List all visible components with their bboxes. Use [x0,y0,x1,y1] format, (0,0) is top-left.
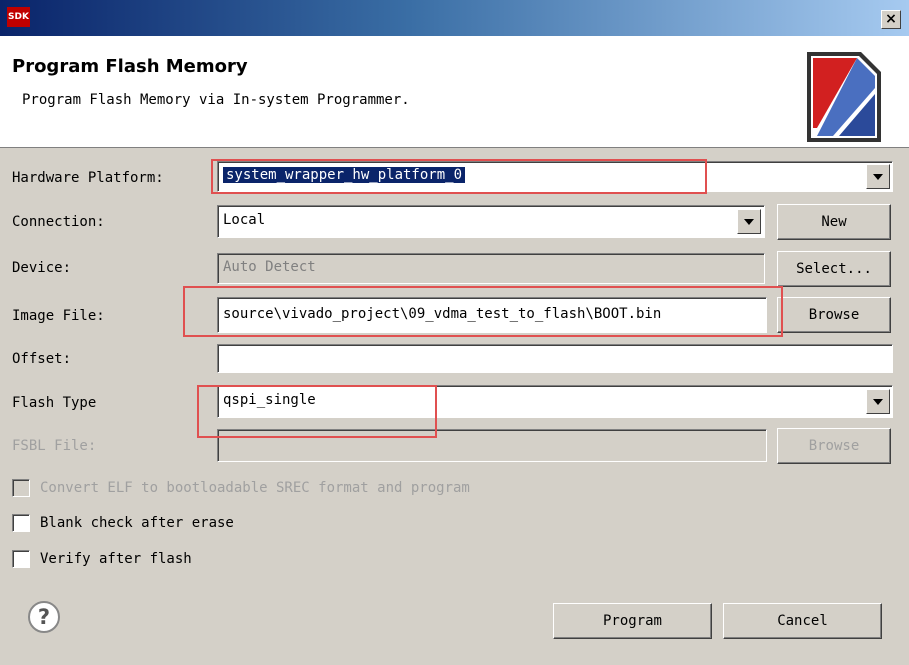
image-file-value: source\vivado_project\09_vdma_test_to_fl… [223,306,662,322]
device-field: Auto Detect [217,253,765,284]
flash-memory-banner-icon [807,52,881,142]
dialog-description: Program Flash Memory via In-system Progr… [22,92,410,108]
image-file-label: Image File: [12,308,105,324]
program-button[interactable]: Program [553,603,712,639]
offset-label: Offset: [12,351,72,367]
connection-dropdown-arrow[interactable] [737,209,761,234]
blank-check-checkbox[interactable] [12,514,30,532]
browse-fsbl-button: Browse [777,428,891,464]
connection-label: Connection: [12,214,105,230]
fsbl-file-input [217,429,767,462]
flash-type-select[interactable]: qspi_single [217,385,893,418]
connection-select[interactable]: Local [217,205,765,238]
hardware-platform-value: system_wrapper_hw_platform_0 [223,167,466,183]
sdk-app-icon: SDK [7,7,30,27]
new-connection-button[interactable]: New [777,204,891,240]
flash-type-dropdown-arrow[interactable] [866,389,890,414]
hardware-platform-dropdown-arrow[interactable] [866,164,890,189]
flash-type-label: Flash Type [12,395,97,411]
hardware-platform-label: Hardware Platform: [12,170,164,186]
close-button[interactable]: × [881,10,901,29]
blank-check-option[interactable]: Blank check after erase [12,514,234,532]
convert-elf-label: Convert ELF to bootloadable SREC format … [40,480,470,496]
offset-input[interactable] [217,344,893,373]
blank-check-label: Blank check after erase [40,515,234,531]
convert-elf-checkbox [12,479,30,497]
image-file-input[interactable]: source\vivado_project\09_vdma_test_to_fl… [217,297,767,333]
verify-checkbox[interactable] [12,550,30,568]
fsbl-file-label: FSBL File: [12,438,97,454]
verify-label: Verify after flash [40,551,192,567]
hardware-platform-select[interactable]: system_wrapper_hw_platform_0 [217,161,893,192]
connection-value: Local [223,212,266,228]
dialog-header: Program Flash Memory Program Flash Memor… [0,36,909,148]
cancel-button[interactable]: Cancel [723,603,882,639]
convert-elf-option: Convert ELF to bootloadable SREC format … [12,479,470,497]
help-icon[interactable]: ? [28,601,60,633]
title-bar: SDK × [0,0,909,36]
device-value: Auto Detect [223,259,316,275]
dialog-title: Program Flash Memory [12,56,248,77]
flash-type-value: qspi_single [223,392,316,408]
device-label: Device: [12,260,72,276]
verify-option[interactable]: Verify after flash [12,550,192,568]
select-device-button[interactable]: Select... [777,251,891,287]
browse-image-button[interactable]: Browse [777,297,891,333]
